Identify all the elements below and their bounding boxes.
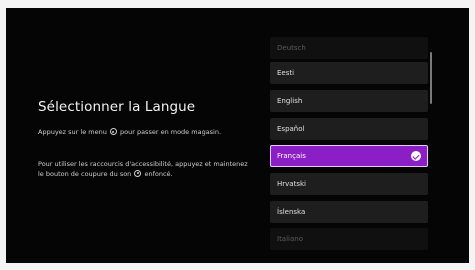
language-label: Italiano <box>277 235 303 243</box>
language-label: Hrvatski <box>277 180 306 188</box>
menu-instruction-text-end: pour passer en mode magasin. <box>119 128 222 136</box>
language-item-espanol[interactable]: Español <box>270 118 428 140</box>
scrollbar[interactable] <box>430 52 432 104</box>
language-item-deutsch[interactable]: Deutsch <box>270 37 428 59</box>
language-item-francais[interactable]: Français <box>270 145 428 167</box>
menu-instruction-text: Appuyez sur le menu <box>38 128 107 136</box>
language-label: Íslenska <box>277 208 306 216</box>
language-label: English <box>277 97 303 105</box>
language-item-hrvatski[interactable]: Hrvatski <box>270 173 428 195</box>
menu-instruction: Appuyez sur le menu pour passer en mode … <box>38 128 253 138</box>
language-item-italiano[interactable]: Italiano <box>270 228 428 250</box>
menu-button-icon <box>109 128 117 135</box>
page-title: Sélectionner la Langue <box>38 99 196 115</box>
language-list[interactable]: Deutsch Eesti English Español Français H… <box>270 8 430 263</box>
language-label: Français <box>277 152 306 160</box>
language-item-english[interactable]: English <box>270 90 428 112</box>
accessibility-instruction-text-end: enfoncé. <box>144 169 173 178</box>
tv-screen: Sélectionner la Langue Appuyez sur le me… <box>6 8 469 263</box>
language-label: Español <box>277 125 305 133</box>
language-label: Eesti <box>277 69 295 77</box>
mute-button-icon <box>134 169 142 177</box>
language-item-islenska[interactable]: Íslenska <box>270 201 428 223</box>
accessibility-instruction-text: Pour utiliser les raccourcis d'accessibi… <box>38 160 248 178</box>
language-item-eesti[interactable]: Eesti <box>270 62 428 84</box>
accessibility-instruction: Pour utiliser les raccourcis d'accessibi… <box>38 160 253 179</box>
language-label: Deutsch <box>277 44 306 52</box>
check-icon <box>411 151 421 161</box>
